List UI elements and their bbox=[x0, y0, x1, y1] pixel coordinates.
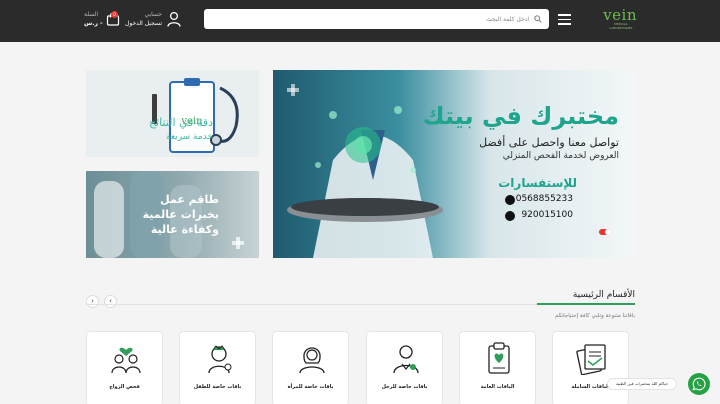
staff-banner[interactable]: طاقم عمل بخبرات عالمية وكفاءة عالية bbox=[86, 171, 259, 258]
user-icon bbox=[167, 11, 181, 27]
staff-title-3: وكفاءة عالية bbox=[150, 223, 219, 236]
hero-title: مختبرك في بيتك bbox=[422, 102, 619, 130]
category-card-comprehensive[interactable]: الباقات الشاملة bbox=[552, 331, 629, 404]
staff-title-2: بخبرات عالمية bbox=[142, 208, 219, 221]
phone-number-unified: 920015100 bbox=[521, 210, 573, 220]
inquiries-label: للإستفسارات bbox=[498, 176, 577, 190]
login-link[interactable]: تسجيل الدخول bbox=[125, 20, 162, 27]
category-label: باقات خاصة للطفل bbox=[193, 384, 242, 390]
accuracy-subtitle: خدمة سريعة bbox=[166, 132, 213, 142]
search-icon[interactable] bbox=[534, 15, 542, 23]
whatsapp-icon bbox=[505, 195, 515, 205]
doctor-tablet-illustration bbox=[287, 84, 443, 258]
category-label: الباقات العامة bbox=[480, 384, 515, 390]
category-card-children[interactable]: باقات خاصة للطفل bbox=[179, 331, 256, 404]
search-bar bbox=[204, 9, 549, 29]
child-icon bbox=[208, 345, 232, 374]
carousel-prev-button[interactable]: ‹ bbox=[86, 295, 99, 308]
section-divider bbox=[86, 303, 537, 305]
clipboard-heart-icon bbox=[488, 342, 510, 374]
phone-icon bbox=[505, 211, 515, 221]
hero-banner[interactable]: مختبرك في بيتك تواصل معنا واحصل على أفضل… bbox=[273, 70, 635, 258]
whatsapp-tooltip: حياكم الله بمختبرات فين الطبية bbox=[607, 378, 677, 390]
pill-icon bbox=[599, 229, 611, 235]
category-card-marriage[interactable]: فحص الزواج bbox=[86, 331, 163, 404]
site-logo[interactable]: vein MEDICAL LABORATORIES bbox=[603, 6, 637, 31]
whatsapp-icon bbox=[692, 377, 706, 391]
category-label: باقات خاصة للمرأة bbox=[287, 384, 334, 390]
category-card-women[interactable]: باقات خاصة للمرأة bbox=[272, 331, 349, 404]
hero-line-1: تواصل معنا واحصل على أفضل bbox=[479, 136, 619, 149]
staff-title-1: طاقم عمل bbox=[160, 193, 219, 206]
section-subtitle: باقاتنا متنوعة وتلبي كافة إحتياجاتكم bbox=[554, 313, 635, 319]
cart-link[interactable]: 0 السلة - ر.س bbox=[84, 11, 120, 31]
section-title: الأقسام الرئيسية bbox=[572, 290, 635, 300]
whatsapp-chat-button[interactable] bbox=[688, 373, 710, 395]
accuracy-banner[interactable]: vein دقة في النتائج خدمة سريعة bbox=[86, 70, 259, 157]
section-title-underline bbox=[537, 303, 635, 305]
cart-count-badge: 0 bbox=[111, 11, 118, 18]
account-link[interactable]: حسابي تسجيل الدخول bbox=[123, 11, 181, 31]
man-doctor-icon bbox=[393, 345, 419, 374]
documents-icon bbox=[576, 344, 606, 375]
category-card-general[interactable]: الباقات العامة bbox=[459, 331, 536, 404]
hero-line-2: العروض لخدمة الفحص المنزلي bbox=[502, 151, 619, 161]
couple-icon bbox=[111, 347, 141, 374]
woman-icon bbox=[299, 347, 325, 374]
phone-number-mobile: 0568855233 bbox=[515, 194, 573, 204]
category-label: فحص الزواج bbox=[109, 384, 140, 390]
cart-total: - ر.س bbox=[84, 20, 103, 27]
menu-icon[interactable] bbox=[558, 14, 571, 25]
account-label: حسابي bbox=[144, 11, 162, 18]
carousel-next-button[interactable]: › bbox=[104, 295, 117, 308]
accuracy-title: دقة في النتائج bbox=[148, 116, 213, 129]
category-card-men[interactable]: باقات خاصة للرجل bbox=[366, 331, 443, 404]
search-input[interactable] bbox=[229, 12, 529, 26]
logo-text: vein bbox=[603, 6, 637, 24]
cart-label: السلة bbox=[84, 11, 99, 18]
top-header: vein MEDICAL LABORATORIES حسابي تسجيل ال… bbox=[0, 0, 720, 42]
category-label: باقات خاصة للرجل bbox=[381, 384, 428, 390]
